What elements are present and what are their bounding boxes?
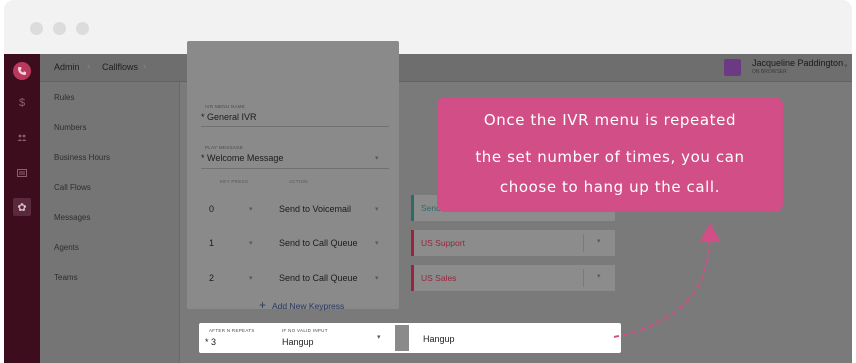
users-icon[interactable]: [13, 129, 31, 147]
key-select[interactable]: 2: [209, 273, 214, 283]
after-repeats-input[interactable]: * 3: [205, 337, 216, 347]
callout-text: the set number of times, you can: [475, 148, 745, 166]
key-press-column-header: KEY PRESS: [220, 179, 249, 184]
dollar-icon[interactable]: $: [13, 94, 31, 112]
settings-sidebar: Rules Numbers Business Hours Call Flows …: [40, 82, 180, 363]
hangup-destination[interactable]: Hangup: [423, 334, 455, 344]
after-repeats-label: AFTER N REPEATS: [209, 328, 255, 333]
callout-text: Once the IVR menu is repeated: [483, 111, 737, 129]
sidebar-item-numbers[interactable]: Numbers: [54, 123, 86, 132]
plus-icon[interactable]: +: [259, 298, 266, 312]
destination-select[interactable]: US Sales ▾: [410, 264, 616, 292]
divider: [583, 234, 584, 252]
destination-value: US Support: [421, 238, 465, 248]
action-select[interactable]: Send to Call Queue: [279, 238, 358, 248]
sidebar-item-rules[interactable]: Rules: [54, 93, 74, 102]
no-valid-input-select[interactable]: Hangup: [282, 337, 314, 347]
status-bar: [411, 265, 414, 291]
user-name[interactable]: Jacqueline Paddington: [752, 58, 843, 68]
no-input-row: AFTER N REPEATS * 3 IF NO VALID INPUT Ha…: [199, 323, 621, 353]
divider: [201, 126, 389, 127]
maximize-window-button[interactable]: [76, 22, 89, 35]
callout-text: choose to hang up the call.: [499, 178, 721, 196]
window-titlebar: [4, 0, 852, 54]
minimize-window-button[interactable]: [53, 22, 66, 35]
sidebar-item-agents[interactable]: Agents: [54, 243, 79, 252]
chevron-down-icon[interactable]: ▾: [844, 62, 848, 70]
sidebar-item-call-flows[interactable]: Call Flows: [54, 183, 91, 192]
sidebar-item-messages[interactable]: Messages: [54, 213, 90, 222]
key-select[interactable]: 0: [209, 204, 214, 214]
ivr-menu-name-input[interactable]: * General IVR: [201, 112, 257, 122]
action-select[interactable]: Send to Voicemail: [279, 204, 351, 214]
sidebar-item-business-hours[interactable]: Business Hours: [54, 153, 110, 162]
chevron-down-icon[interactable]: ▾: [249, 274, 253, 282]
status-bar: [411, 195, 414, 221]
key-select[interactable]: 1: [209, 238, 214, 248]
top-bar: Admin › Callflows › Jacqueline Paddingto…: [40, 54, 852, 82]
chevron-down-icon[interactable]: ▾: [375, 154, 379, 162]
tutorial-callout: Once the IVR menu is repeated the set nu…: [437, 97, 783, 212]
chevron-down-icon[interactable]: ▾: [377, 333, 381, 341]
play-message-label: PLAY MESSAGE: [205, 145, 244, 150]
play-message-select[interactable]: * Welcome Message: [201, 153, 283, 163]
sidebar-item-teams[interactable]: Teams: [54, 273, 78, 282]
list-icon[interactable]: [13, 164, 31, 182]
destination-select[interactable]: US Support ▾: [410, 229, 616, 257]
user-status: ON BROWSER: [752, 69, 787, 75]
close-window-button[interactable]: [30, 22, 43, 35]
chevron-right-icon: ›: [87, 61, 90, 71]
gear-icon[interactable]: ✿: [13, 198, 31, 216]
action-select[interactable]: Send to Call Queue: [279, 273, 358, 283]
divider: [395, 325, 409, 351]
ivr-menu-name-label: IVR MENU NAME: [205, 104, 246, 109]
chevron-down-icon[interactable]: ▾: [249, 205, 253, 213]
chevron-down-icon[interactable]: ▾: [375, 239, 379, 247]
ivr-form-panel: [187, 41, 399, 309]
action-column-header: ACTION: [289, 179, 308, 184]
dashed-arrow-icon: [613, 223, 720, 338]
icon-rail: $ ✿: [4, 54, 40, 363]
breadcrumb-callflows[interactable]: Callflows: [102, 62, 138, 72]
chevron-down-icon[interactable]: ▾: [375, 274, 379, 282]
chevron-down-icon[interactable]: ▾: [249, 239, 253, 247]
chevron-down-icon[interactable]: ▾: [375, 205, 379, 213]
destination-value: US Sales: [421, 273, 457, 283]
divider: [201, 168, 389, 169]
status-bar: [411, 230, 414, 256]
divider: [583, 269, 584, 287]
chevron-right-icon: ›: [143, 61, 146, 71]
breadcrumb-admin[interactable]: Admin: [54, 62, 80, 72]
phone-logo-icon[interactable]: [13, 62, 31, 80]
add-keypress-link[interactable]: Add New Keypress: [272, 301, 344, 311]
no-valid-input-label: IF NO VALID INPUT: [282, 328, 328, 333]
avatar[interactable]: [724, 59, 741, 76]
